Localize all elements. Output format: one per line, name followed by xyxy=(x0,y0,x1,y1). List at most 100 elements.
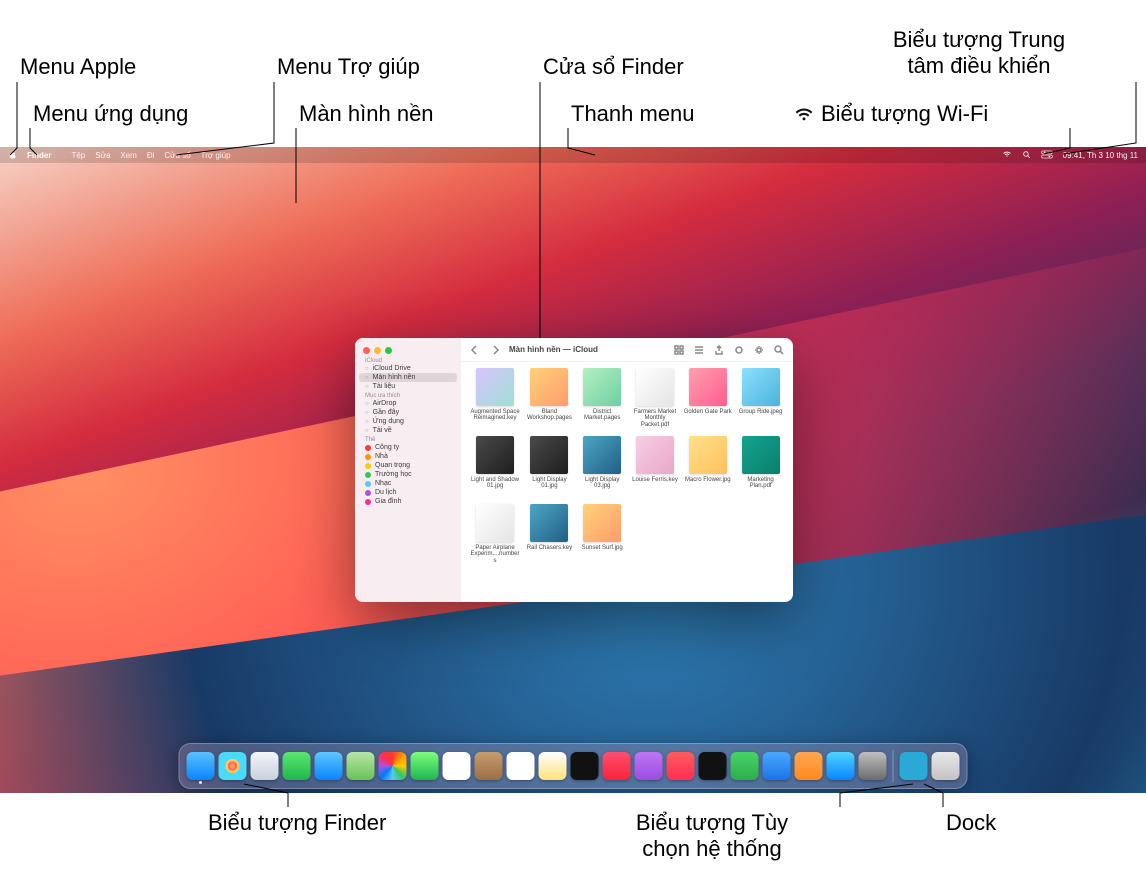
folder-icon xyxy=(365,472,371,478)
dock-app-mail[interactable] xyxy=(315,752,343,780)
sidebar-item[interactable]: ○iCloud Drive xyxy=(355,364,461,373)
file-item[interactable]: Light Display 03.jpg xyxy=(578,436,627,500)
dock-app-downloads[interactable] xyxy=(900,752,928,780)
file-item[interactable]: Group Ride.jpeg xyxy=(736,368,785,432)
file-item[interactable]: Marketing Plan.pdf xyxy=(736,436,785,500)
sidebar-item[interactable]: ○ AirDrop xyxy=(355,399,461,408)
sidebar-item[interactable]: Quan trọng xyxy=(355,461,461,470)
file-item[interactable]: Rail Chasers.key xyxy=(525,504,574,568)
sidebar-item[interactable]: Gia đình xyxy=(355,497,461,506)
apple-menu[interactable] xyxy=(8,150,17,161)
file-item[interactable]: Macro Flower.jpg xyxy=(683,436,732,500)
share-button[interactable] xyxy=(713,344,725,356)
dock-app-finder[interactable] xyxy=(187,752,215,780)
menu-item[interactable]: Đi xyxy=(147,151,155,160)
sidebar-item-label: Công ty xyxy=(375,444,399,451)
wifi-icon xyxy=(793,105,815,123)
menu-item[interactable]: Trợ giúp xyxy=(201,151,231,160)
spotlight-icon[interactable] xyxy=(1022,150,1031,161)
file-name: Farmers Market Monthly Packet.pdf xyxy=(631,409,680,428)
file-name: Augmented Space Reimagined.key xyxy=(469,409,521,422)
file-grid: Augmented Space Reimagined.key Bland Work… xyxy=(461,362,793,602)
sidebar-item[interactable]: Trường học xyxy=(355,470,461,479)
sidebar-item[interactable]: Du lịch xyxy=(355,488,461,497)
dock-app-safari[interactable] xyxy=(251,752,279,780)
menu-item[interactable]: Tệp xyxy=(71,151,85,160)
search-button[interactable] xyxy=(773,344,785,356)
dock-app-pages[interactable] xyxy=(795,752,823,780)
sidebar-item[interactable]: ○Tài liệu xyxy=(355,382,461,391)
annot-control-center: Biểu tượng Trung tâm điều khiển xyxy=(824,27,1134,79)
dock-app-facetime[interactable] xyxy=(411,752,439,780)
file-item[interactable]: Farmers Market Monthly Packet.pdf xyxy=(631,368,680,432)
dock-app-calendar[interactable] xyxy=(443,752,471,780)
app-menu[interactable]: Finder xyxy=(27,151,51,160)
sidebar-item[interactable]: ○Gần đây xyxy=(355,408,461,417)
sidebar-item[interactable]: Nhà xyxy=(355,452,461,461)
folder-icon: ○ xyxy=(365,401,369,407)
dock-app-keynote[interactable] xyxy=(763,752,791,780)
forward-button[interactable] xyxy=(489,344,501,356)
sidebar-item-label: AirDrop xyxy=(373,400,397,407)
file-item[interactable]: Light and Shadow 01.jpg xyxy=(469,436,521,500)
dock-app-stocks[interactable] xyxy=(699,752,727,780)
dock-app-messages[interactable] xyxy=(283,752,311,780)
dock-app-photos[interactable] xyxy=(379,752,407,780)
annot-dock: Dock xyxy=(946,810,996,836)
dock-app-reminders[interactable] xyxy=(507,752,535,780)
close-button[interactable] xyxy=(363,347,370,354)
dock-app-tv[interactable] xyxy=(571,752,599,780)
annot-finder-window: Cửa sổ Finder xyxy=(543,54,684,80)
file-item[interactable]: Golden Gate Park xyxy=(683,368,732,432)
action-button[interactable] xyxy=(753,344,765,356)
file-thumbnail xyxy=(742,436,780,474)
file-thumbnail xyxy=(689,436,727,474)
file-item[interactable]: District Market.pages xyxy=(578,368,627,432)
dock-app-trash[interactable] xyxy=(932,752,960,780)
desktop[interactable]: Finder Tệp Sửa Xem Đi Cửa sổ Trợ giúp 09:41, … xyxy=(0,147,1146,793)
dock-app-maps[interactable] xyxy=(347,752,375,780)
file-item[interactable]: Louise Ferris.key xyxy=(631,436,680,500)
control-center-icon[interactable] xyxy=(1041,150,1053,161)
file-item[interactable]: Augmented Space Reimagined.key xyxy=(469,368,521,432)
tags-button[interactable] xyxy=(733,344,745,356)
menu-item[interactable]: Xem xyxy=(120,151,136,160)
sidebar-item[interactable]: ○Màn hình nền xyxy=(359,373,457,382)
back-button[interactable] xyxy=(469,344,481,356)
dock-app-system-preferences[interactable] xyxy=(859,752,887,780)
folder-icon xyxy=(365,445,371,451)
sidebar-item[interactable]: ○Tải về xyxy=(355,426,461,435)
dock-app-app-store[interactable] xyxy=(827,752,855,780)
group-button[interactable] xyxy=(693,344,705,356)
dock-app-news[interactable] xyxy=(667,752,695,780)
clock[interactable]: 09:41, Th 3 10 thg 11 xyxy=(1063,151,1138,160)
view-icons-button[interactable] xyxy=(673,344,685,356)
file-name: Louise Ferris.key xyxy=(632,477,678,483)
annot-desktop: Màn hình nền xyxy=(299,101,434,127)
dock-app-notes[interactable] xyxy=(539,752,567,780)
annot-app-menu: Menu ứng dụng xyxy=(33,101,188,127)
dock-app-music[interactable] xyxy=(603,752,631,780)
minimize-button[interactable] xyxy=(374,347,381,354)
file-thumbnail xyxy=(636,368,674,406)
file-item[interactable]: Sunset Surf.jpg xyxy=(578,504,627,568)
file-item[interactable]: Paper Airplane Experim....numbers xyxy=(469,504,521,568)
menu-item[interactable]: Sửa xyxy=(95,151,110,160)
dock-app-numbers[interactable] xyxy=(731,752,759,780)
finder-window[interactable]: iCloud ○iCloud Drive○Màn hình nền○Tài li… xyxy=(355,338,793,602)
sidebar-item[interactable]: Công ty xyxy=(355,443,461,452)
annot-menu-bar: Thanh menu xyxy=(571,101,695,127)
menu-item[interactable]: Cửa sổ xyxy=(164,151,190,160)
zoom-button[interactable] xyxy=(385,347,392,354)
folder-icon: ○ xyxy=(365,384,369,390)
folder-icon: ○ xyxy=(365,428,369,434)
sidebar-item[interactable]: ○Ứng dụng xyxy=(355,417,461,426)
folder-icon xyxy=(365,490,371,496)
sidebar-item[interactable]: Nhạc xyxy=(355,479,461,488)
wifi-status-icon[interactable] xyxy=(1002,150,1012,160)
dock-app-launchpad[interactable] xyxy=(219,752,247,780)
file-item[interactable]: Light Display 01.jpg xyxy=(525,436,574,500)
file-item[interactable]: Bland Workshop.pages xyxy=(525,368,574,432)
dock-app-contacts[interactable] xyxy=(475,752,503,780)
dock-app-podcasts[interactable] xyxy=(635,752,663,780)
